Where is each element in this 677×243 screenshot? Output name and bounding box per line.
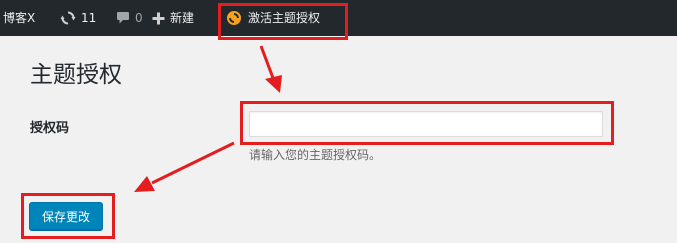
plus-icon <box>152 12 165 24</box>
comment-bubble-icon <box>117 12 129 24</box>
refresh-icon <box>60 11 76 25</box>
updates-count: 11 <box>81 11 97 25</box>
annotation-box-activate <box>218 3 348 40</box>
comments-link[interactable]: 0 <box>116 0 143 36</box>
license-code-help-text: 请输入您的主题授权码。 <box>249 148 382 162</box>
site-name-link[interactable]: 博客X <box>3 0 35 36</box>
comments-count: 0 <box>135 11 143 25</box>
annotation-arrow-left <box>134 141 235 192</box>
updates-link[interactable]: 11 <box>60 0 96 36</box>
new-content-label: 新建 <box>170 11 195 25</box>
annotation-box-save <box>21 193 115 239</box>
annotation-arrow-down <box>259 45 282 93</box>
page-title: 主题授权 <box>30 62 122 88</box>
license-code-label: 授权码 <box>30 121 70 136</box>
new-content-link[interactable]: 新建 <box>152 0 194 36</box>
annotation-box-input <box>240 101 614 145</box>
